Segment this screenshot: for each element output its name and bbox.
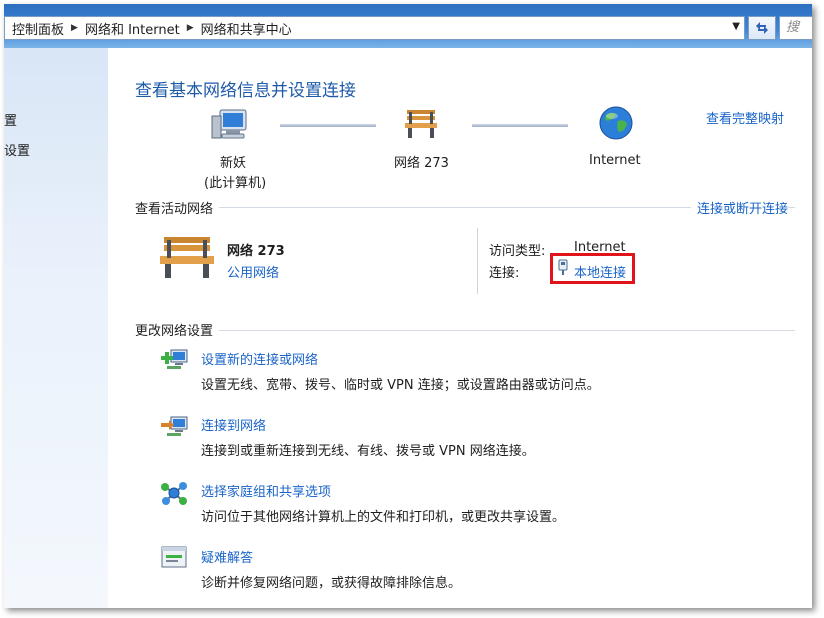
- section-divider: [135, 330, 795, 331]
- page-title: 查看基本网络信息并设置连接: [135, 81, 356, 101]
- access-type-label: 访问类型:: [489, 244, 546, 259]
- left-nav-item[interactable]: 设置: [4, 140, 30, 159]
- troubleshoot-link[interactable]: 疑难解答: [201, 547, 253, 566]
- left-nav-item[interactable]: 置: [4, 110, 17, 129]
- main-content: 查看基本网络信息并设置连接 查看完整映射 新妖 (此计算机) 网络 273 In…: [108, 48, 812, 608]
- setup-connection-desc: 设置无线、宽带、拨号、临时或 VPN 连接；或设置路由器或访问点。: [201, 378, 600, 393]
- ethernet-connection-icon: [557, 258, 569, 280]
- new-connection-icon: [159, 346, 189, 376]
- troubleshoot-desc: 诊断并修复网络问题，或获得故障排除信息。: [201, 576, 462, 591]
- computer-icon: [208, 106, 248, 148]
- connection-line: [472, 124, 568, 127]
- troubleshoot-icon: [161, 546, 187, 574]
- map-network-label: 网络 273: [394, 156, 449, 171]
- homegroup-desc: 访问位于其他网络计算机上的文件和打印机，或更改共享设置。: [201, 510, 566, 525]
- connect-network-link[interactable]: 连接到网络: [201, 415, 266, 434]
- active-network-separator: [477, 228, 478, 294]
- internet-label: Internet: [589, 153, 641, 168]
- local-connection-link[interactable]: 本地连接: [574, 262, 626, 281]
- address-toolbar: 控制面板 ▶ 网络和 Internet ▶ 网络和共享中心 ▼ 搜: [4, 4, 812, 48]
- homegroup-icon: [159, 480, 189, 510]
- homegroup-link[interactable]: 选择家庭组和共享选项: [201, 481, 331, 500]
- breadcrumb-arrow-icon[interactable]: ▶: [184, 23, 197, 33]
- computer-sub-label: (此计算机): [204, 176, 267, 191]
- change-settings-heading: 更改网络设置: [135, 320, 220, 339]
- left-nav-pane: 置 设置: [4, 48, 108, 608]
- refresh-icon: [756, 22, 768, 34]
- full-map-link[interactable]: 查看完整映射: [706, 108, 784, 127]
- public-network-bench-icon: [158, 234, 216, 286]
- connect-network-desc: 连接到或重新连接到无线、有线、拨号或 VPN 网络连接。: [201, 444, 535, 459]
- network-type-link[interactable]: 公用网络: [227, 262, 279, 281]
- address-bar[interactable]: 控制面板 ▶ 网络和 Internet ▶ 网络和共享中心 ▼: [4, 16, 745, 40]
- search-input[interactable]: 搜: [779, 16, 812, 40]
- globe-icon: [598, 105, 634, 145]
- window: 控制面板 ▶ 网络和 Internet ▶ 网络和共享中心 ▼ 搜 置 设置 查…: [4, 4, 812, 608]
- refresh-button[interactable]: [748, 16, 776, 40]
- setup-connection-link[interactable]: 设置新的连接或网络: [201, 349, 318, 368]
- connect-disconnect-link[interactable]: 连接或断开连接: [691, 198, 789, 217]
- connect-network-icon: [159, 413, 189, 443]
- active-networks-heading: 查看活动网络: [135, 198, 220, 217]
- breadcrumb-network-internet[interactable]: 网络和 Internet: [81, 19, 184, 38]
- active-network-name: 网络 273: [227, 244, 285, 259]
- breadcrumb-sharing-center[interactable]: 网络和共享中心: [197, 19, 296, 38]
- computer-name-label: 新妖: [220, 156, 247, 171]
- breadcrumb-arrow-icon[interactable]: ▶: [68, 23, 81, 33]
- address-dropdown-icon[interactable]: ▼: [732, 21, 740, 32]
- connection-label: 连接:: [489, 266, 520, 281]
- connection-line: [280, 124, 376, 127]
- bench-icon: [404, 108, 438, 144]
- breadcrumb-control-panel[interactable]: 控制面板: [5, 19, 68, 38]
